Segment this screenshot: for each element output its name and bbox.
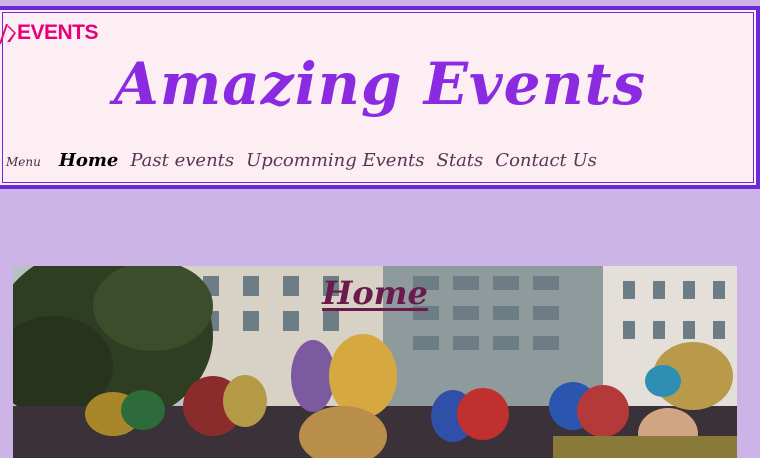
- menu-label: Menu: [6, 155, 41, 169]
- logo-mark-icon: [0, 24, 16, 44]
- nav-item-home[interactable]: Home: [59, 150, 119, 171]
- site-title: Amazing Events: [113, 50, 647, 118]
- hero-banner: Home: [13, 266, 737, 458]
- nav-item-contact-us[interactable]: Contact Us: [495, 150, 597, 171]
- nav-item-upcoming-events[interactable]: Upcomming Events: [246, 150, 424, 171]
- hero-title: Home: [322, 274, 428, 312]
- nav-item-past-events[interactable]: Past events: [130, 150, 234, 171]
- site-logo[interactable]: EVENTS: [0, 20, 99, 46]
- site-header: EVENTS Amazing Events Menu Home Past eve…: [0, 6, 760, 189]
- main-nav: Menu Home Past events Upcomming Events S…: [6, 150, 609, 171]
- nav-item-stats[interactable]: Stats: [437, 150, 484, 171]
- logo-text: EVENTS: [17, 21, 99, 44]
